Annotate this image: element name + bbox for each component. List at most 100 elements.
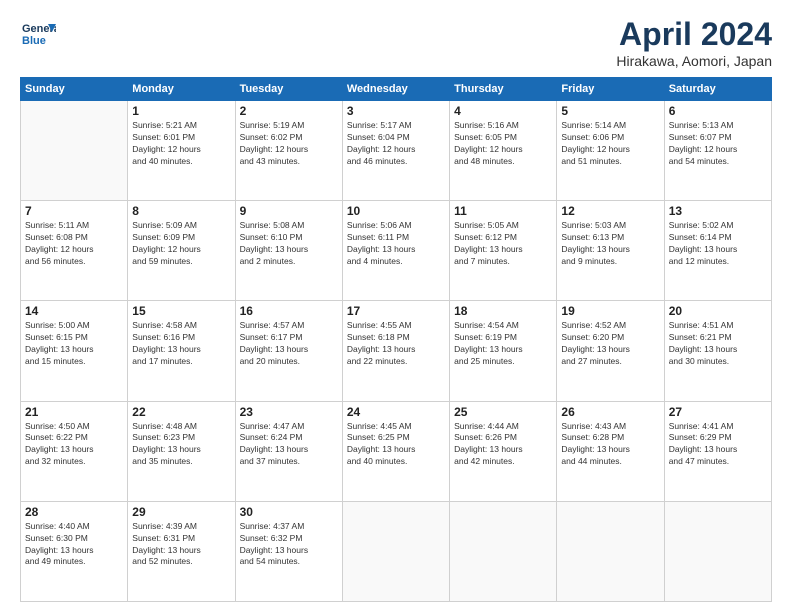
table-row: 12 Sunrise: 5:03 AM Sunset: 6:13 PM Dayli…: [557, 201, 664, 301]
calendar-week-5: 28 Sunrise: 4:40 AM Sunset: 6:30 PM Dayli…: [21, 501, 772, 601]
calendar-week-2: 7 Sunrise: 5:11 AM Sunset: 6:08 PM Daylig…: [21, 201, 772, 301]
table-row: 25 Sunrise: 4:44 AM Sunset: 6:26 PM Dayli…: [450, 401, 557, 501]
day-info: Sunrise: 4:52 AM Sunset: 6:20 PM Dayligh…: [561, 320, 659, 368]
day-number: 5: [561, 104, 659, 118]
day-number: 26: [561, 405, 659, 419]
table-row: 14Sunrise: 5:00 AM Sunset: 6:15 PM Dayli…: [21, 301, 128, 401]
table-row: 27 Sunrise: 4:41 AM Sunset: 6:29 PM Dayli…: [664, 401, 771, 501]
day-info: Sunrise: 5:05 AM Sunset: 6:12 PM Dayligh…: [454, 220, 552, 268]
day-number: 21: [25, 405, 123, 419]
table-row: 30 Sunrise: 4:37 AM Sunset: 6:32 PM Dayli…: [235, 501, 342, 601]
table-row: 5 Sunrise: 5:14 AM Sunset: 6:06 PM Daylig…: [557, 101, 664, 201]
logo: General Blue: [20, 16, 56, 57]
day-info: Sunrise: 4:57 AM Sunset: 6:17 PM Dayligh…: [240, 320, 338, 368]
day-info: Sunrise: 4:40 AM Sunset: 6:30 PM Dayligh…: [25, 521, 123, 569]
title-block: April 2024 Hirakawa, Aomori, Japan: [616, 16, 772, 69]
day-info: Sunrise: 4:51 AM Sunset: 6:21 PM Dayligh…: [669, 320, 767, 368]
day-info: Sunrise: 5:17 AM Sunset: 6:04 PM Dayligh…: [347, 120, 445, 168]
table-row: [21, 101, 128, 201]
table-row: 4Sunrise: 5:16 AM Sunset: 6:05 PM Daylig…: [450, 101, 557, 201]
day-info: Sunrise: 5:03 AM Sunset: 6:13 PM Dayligh…: [561, 220, 659, 268]
day-number: 20: [669, 304, 767, 318]
day-number: 11: [454, 204, 552, 218]
day-number: 2: [240, 104, 338, 118]
day-number: 9: [240, 204, 338, 218]
day-info: Sunrise: 5:13 AM Sunset: 6:07 PM Dayligh…: [669, 120, 767, 168]
day-number: 29: [132, 505, 230, 519]
table-row: 7 Sunrise: 5:11 AM Sunset: 6:08 PM Daylig…: [21, 201, 128, 301]
table-row: 16 Sunrise: 4:57 AM Sunset: 6:17 PM Dayli…: [235, 301, 342, 401]
calendar-header-row: Sunday Monday Tuesday Wednesday Thursday…: [21, 78, 772, 101]
calendar-table: Sunday Monday Tuesday Wednesday Thursday…: [20, 77, 772, 602]
table-row: 29 Sunrise: 4:39 AM Sunset: 6:31 PM Dayli…: [128, 501, 235, 601]
table-row: 13 Sunrise: 5:02 AM Sunset: 6:14 PM Dayli…: [664, 201, 771, 301]
day-number: 27: [669, 405, 767, 419]
col-tuesday: Tuesday: [235, 78, 342, 101]
calendar-week-3: 14Sunrise: 5:00 AM Sunset: 6:15 PM Dayli…: [21, 301, 772, 401]
day-info: Sunrise: 5:00 AM Sunset: 6:15 PM Dayligh…: [25, 320, 123, 368]
table-row: [664, 501, 771, 601]
day-info: Sunrise: 4:43 AM Sunset: 6:28 PM Dayligh…: [561, 421, 659, 469]
table-row: 21 Sunrise: 4:50 AM Sunset: 6:22 PM Dayli…: [21, 401, 128, 501]
day-number: 22: [132, 405, 230, 419]
day-number: 16: [240, 304, 338, 318]
day-number: 1: [132, 104, 230, 118]
svg-text:Blue: Blue: [22, 35, 46, 47]
col-monday: Monday: [128, 78, 235, 101]
day-info: Sunrise: 4:44 AM Sunset: 6:26 PM Dayligh…: [454, 421, 552, 469]
day-number: 28: [25, 505, 123, 519]
table-row: 2 Sunrise: 5:19 AM Sunset: 6:02 PM Daylig…: [235, 101, 342, 201]
day-info: Sunrise: 5:19 AM Sunset: 6:02 PM Dayligh…: [240, 120, 338, 168]
day-info: Sunrise: 4:47 AM Sunset: 6:24 PM Dayligh…: [240, 421, 338, 469]
day-number: 4: [454, 104, 552, 118]
day-info: Sunrise: 4:48 AM Sunset: 6:23 PM Dayligh…: [132, 421, 230, 469]
day-info: Sunrise: 4:39 AM Sunset: 6:31 PM Dayligh…: [132, 521, 230, 569]
day-number: 24: [347, 405, 445, 419]
table-row: 19 Sunrise: 4:52 AM Sunset: 6:20 PM Dayli…: [557, 301, 664, 401]
col-wednesday: Wednesday: [342, 78, 449, 101]
day-number: 7: [25, 204, 123, 218]
table-row: 20 Sunrise: 4:51 AM Sunset: 6:21 PM Dayli…: [664, 301, 771, 401]
table-row: 9 Sunrise: 5:08 AM Sunset: 6:10 PM Daylig…: [235, 201, 342, 301]
day-info: Sunrise: 5:21 AM Sunset: 6:01 PM Dayligh…: [132, 120, 230, 168]
table-row: 24Sunrise: 4:45 AM Sunset: 6:25 PM Dayli…: [342, 401, 449, 501]
day-number: 19: [561, 304, 659, 318]
table-row: 8Sunrise: 5:09 AM Sunset: 6:09 PM Daylig…: [128, 201, 235, 301]
table-row: 17Sunrise: 4:55 AM Sunset: 6:18 PM Dayli…: [342, 301, 449, 401]
day-number: 23: [240, 405, 338, 419]
table-row: 3Sunrise: 5:17 AM Sunset: 6:04 PM Daylig…: [342, 101, 449, 201]
day-info: Sunrise: 5:09 AM Sunset: 6:09 PM Dayligh…: [132, 220, 230, 268]
day-info: Sunrise: 4:54 AM Sunset: 6:19 PM Dayligh…: [454, 320, 552, 368]
table-row: 22 Sunrise: 4:48 AM Sunset: 6:23 PM Dayli…: [128, 401, 235, 501]
day-info: Sunrise: 4:50 AM Sunset: 6:22 PM Dayligh…: [25, 421, 123, 469]
day-number: 25: [454, 405, 552, 419]
page-subtitle: Hirakawa, Aomori, Japan: [616, 53, 772, 69]
day-info: Sunrise: 5:11 AM Sunset: 6:08 PM Dayligh…: [25, 220, 123, 268]
day-number: 15: [132, 304, 230, 318]
table-row: [450, 501, 557, 601]
col-saturday: Saturday: [664, 78, 771, 101]
day-number: 13: [669, 204, 767, 218]
day-info: Sunrise: 5:08 AM Sunset: 6:10 PM Dayligh…: [240, 220, 338, 268]
day-info: Sunrise: 4:37 AM Sunset: 6:32 PM Dayligh…: [240, 521, 338, 569]
calendar-week-1: 1 Sunrise: 5:21 AM Sunset: 6:01 PM Daylig…: [21, 101, 772, 201]
table-row: 6 Sunrise: 5:13 AM Sunset: 6:07 PM Daylig…: [664, 101, 771, 201]
col-sunday: Sunday: [21, 78, 128, 101]
calendar-week-4: 21 Sunrise: 4:50 AM Sunset: 6:22 PM Dayli…: [21, 401, 772, 501]
day-info: Sunrise: 4:41 AM Sunset: 6:29 PM Dayligh…: [669, 421, 767, 469]
col-friday: Friday: [557, 78, 664, 101]
day-number: 6: [669, 104, 767, 118]
table-row: 10Sunrise: 5:06 AM Sunset: 6:11 PM Dayli…: [342, 201, 449, 301]
day-number: 12: [561, 204, 659, 218]
day-info: Sunrise: 5:14 AM Sunset: 6:06 PM Dayligh…: [561, 120, 659, 168]
day-number: 30: [240, 505, 338, 519]
table-row: 23 Sunrise: 4:47 AM Sunset: 6:24 PM Dayli…: [235, 401, 342, 501]
table-row: [557, 501, 664, 601]
day-number: 18: [454, 304, 552, 318]
logo-icon: General Blue: [20, 16, 56, 57]
page-title: April 2024: [616, 16, 772, 53]
table-row: 11 Sunrise: 5:05 AM Sunset: 6:12 PM Dayli…: [450, 201, 557, 301]
page: General Blue April 2024 Hirakawa, Aomori…: [0, 0, 792, 612]
day-info: Sunrise: 5:02 AM Sunset: 6:14 PM Dayligh…: [669, 220, 767, 268]
col-thursday: Thursday: [450, 78, 557, 101]
